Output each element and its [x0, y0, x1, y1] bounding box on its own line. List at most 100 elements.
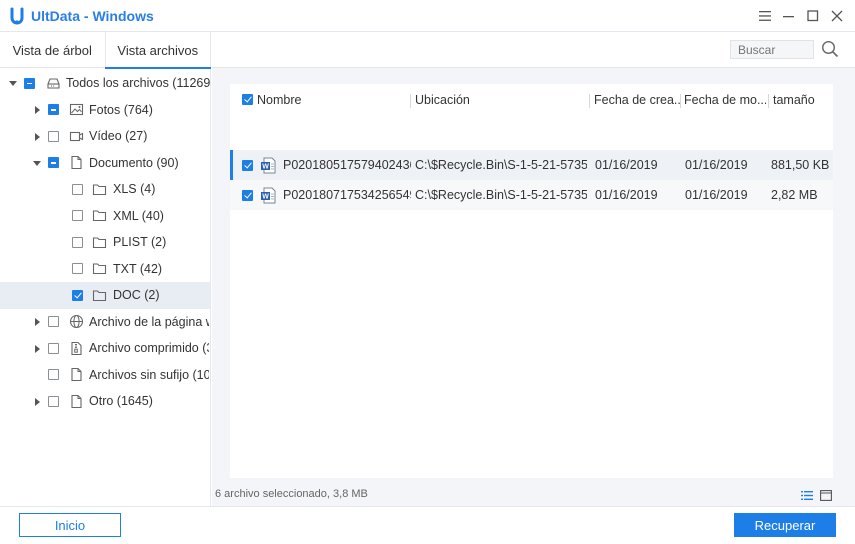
app-title: UltData - Windows: [31, 7, 154, 24]
column-divider[interactable]: [680, 94, 681, 108]
footer: Inicio Recuperar: [0, 506, 855, 544]
tree-item-label: Fotos (764): [89, 102, 153, 117]
tree-item-video[interactable]: Vídeo (27): [0, 123, 210, 150]
file-list-area: Nombre Ubicación Fecha de crea... Fecha …: [212, 32, 855, 506]
search-bar: [212, 32, 855, 68]
file-name: P020180717534256549...: [283, 188, 411, 202]
globe-icon: [69, 314, 84, 329]
chevron-down-icon[interactable]: [9, 81, 17, 86]
tree-item-label: Otro (1645): [89, 394, 153, 408]
tree-item-no-suffix-files[interactable]: Archivos sin sufijo (109: [0, 362, 210, 389]
home-button[interactable]: Inicio: [19, 513, 121, 537]
file-name: P020180517579402436...: [283, 158, 411, 172]
tree-checkbox[interactable]: [72, 289, 83, 301]
tree-checkbox[interactable]: [48, 395, 59, 407]
tree-item-other[interactable]: Otro (1645): [0, 388, 210, 415]
column-divider[interactable]: [768, 94, 769, 108]
tree-item-compressed-file[interactable]: Archivo comprimido (3: [0, 335, 210, 362]
tree-checkbox[interactable]: [48, 130, 59, 142]
tree-checkbox[interactable]: [48, 157, 59, 168]
tree-checkbox[interactable]: [72, 236, 83, 248]
search-icon[interactable]: [821, 40, 839, 58]
tree-item-label: DOC (2): [113, 288, 160, 302]
tree-checkbox[interactable]: [24, 77, 35, 89]
file-modified: 01/16/2019: [685, 158, 748, 172]
tree-item-label: XML (40): [113, 208, 164, 223]
tree-checkbox[interactable]: [72, 210, 83, 221]
tree-item-plist[interactable]: PLIST (2): [0, 229, 210, 256]
select-all-checkbox[interactable]: [242, 94, 253, 105]
list-view-icon[interactable]: [801, 490, 813, 501]
menu-icon[interactable]: [755, 6, 775, 26]
table-header: Nombre Ubicación Fecha de crea... Fecha …: [230, 84, 833, 116]
tree-checkbox[interactable]: [48, 369, 59, 380]
file-location: C:\$Recycle.Bin\S-1-5-21-57351...: [415, 188, 587, 202]
tree-item-photos[interactable]: Fotos (764): [0, 97, 210, 124]
maximize-icon[interactable]: [803, 6, 823, 26]
folder-icon: [92, 210, 107, 222]
tab-file-view[interactable]: Vista archivos: [105, 32, 211, 69]
chevron-down-icon[interactable]: [33, 160, 41, 166]
close-icon[interactable]: [827, 6, 847, 26]
file-location: C:\$Recycle.Bin\S-1-5-21-57351...: [415, 158, 587, 172]
svg-text:W: W: [262, 193, 269, 200]
window-controls: [755, 6, 847, 26]
chevron-right-icon[interactable]: [35, 132, 40, 141]
file-modified: 01/16/2019: [685, 188, 748, 202]
column-header-name[interactable]: Nombre: [257, 84, 407, 116]
tree-item-label: Documento (90): [89, 155, 179, 170]
row-checkbox[interactable]: [242, 189, 253, 201]
tree-item-xml[interactable]: XML (40): [0, 203, 210, 230]
drive-icon: [47, 77, 60, 89]
table-row[interactable]: W P020180717534256549... C:\$Recycle.Bin…: [230, 180, 833, 210]
file-created: 01/16/2019: [595, 188, 658, 202]
tree-item-label: PLIST (2): [113, 235, 167, 249]
minimize-icon[interactable]: [779, 6, 799, 26]
recover-button[interactable]: Recuperar: [734, 513, 836, 537]
image-icon: [69, 103, 84, 116]
thumbnail-view-icon[interactable]: [820, 490, 832, 501]
archive-icon: [71, 341, 82, 355]
left-panel: Vista de árbol Vista archivos Todos los …: [0, 32, 211, 506]
tree-item-label: Archivo de la página web: [89, 314, 209, 329]
tree-item-label: XLS (4): [113, 182, 156, 196]
tree-item-doc[interactable]: DOC (2): [0, 282, 210, 309]
column-header-location[interactable]: Ubicación: [415, 84, 585, 116]
svg-text:W: W: [262, 163, 269, 170]
tree-item-xls[interactable]: XLS (4): [0, 176, 210, 203]
column-divider[interactable]: [410, 94, 411, 108]
tree-item-label: Vídeo (27): [89, 129, 148, 143]
column-header-modified[interactable]: Fecha de mo...: [684, 84, 766, 116]
file-type-tree: Todos los archivos (112693) Fotos (764) …: [0, 68, 210, 488]
folder-icon: [92, 183, 107, 195]
tree-checkbox[interactable]: [72, 183, 83, 195]
folder-icon: [92, 263, 107, 275]
table-row[interactable]: W P020180517579402436... C:\$Recycle.Bin…: [230, 150, 833, 180]
row-checkbox[interactable]: [242, 159, 253, 171]
tab-tree-view[interactable]: Vista de árbol: [0, 32, 105, 68]
file-created: 01/16/2019: [595, 158, 658, 172]
chevron-right-icon[interactable]: [35, 397, 40, 406]
tree-checkbox[interactable]: [48, 104, 59, 115]
tree-item-web-page-file[interactable]: Archivo de la página web: [0, 309, 210, 336]
tree-checkbox[interactable]: [48, 342, 59, 354]
column-divider[interactable]: [589, 94, 590, 108]
search-input[interactable]: [730, 40, 814, 59]
column-header-created[interactable]: Fecha de crea...: [594, 84, 680, 116]
tree-checkbox[interactable]: [48, 316, 59, 327]
chevron-right-icon[interactable]: [35, 106, 40, 114]
chevron-right-icon[interactable]: [35, 318, 40, 326]
file-table: Nombre Ubicación Fecha de crea... Fecha …: [230, 84, 833, 478]
view-tabs: Vista de árbol Vista archivos: [0, 32, 211, 69]
tree-item-document[interactable]: Documento (90): [0, 150, 210, 177]
folder-icon: [92, 289, 107, 301]
title-bar: UltData - Windows: [0, 0, 855, 32]
tree-item-txt[interactable]: TXT (42): [0, 256, 210, 283]
tree-item-all-files[interactable]: Todos los archivos (112693): [0, 70, 210, 97]
file-size: 881,50 KB: [771, 158, 830, 172]
tree-item-label: Archivos sin sufijo (109: [89, 367, 209, 382]
tree-checkbox[interactable]: [72, 263, 83, 274]
column-header-size[interactable]: tamaño: [773, 84, 829, 116]
folder-icon: [92, 236, 107, 248]
chevron-right-icon[interactable]: [35, 344, 40, 353]
